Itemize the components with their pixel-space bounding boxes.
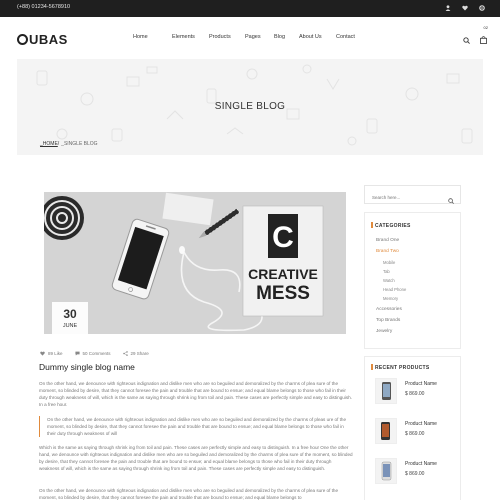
- subcategory-mobile[interactable]: Mobile: [383, 260, 395, 265]
- heart-icon[interactable]: [461, 3, 469, 13]
- search-input[interactable]: [365, 189, 435, 206]
- heart-icon: [40, 351, 45, 356]
- settings-icon[interactable]: [478, 3, 486, 13]
- category-brand-two[interactable]: Brand Two: [376, 249, 399, 254]
- page-title: SINGLE BLOG: [214, 101, 286, 112]
- bag-icon: [480, 36, 487, 44]
- top-bar: (+88) 01234-5678910: [0, 0, 500, 17]
- recent-products-title: RECENT PRODUCTS: [375, 365, 430, 371]
- categories-widget: CATEGORIES Brand One Brand Two Mobile Ta…: [364, 212, 461, 349]
- recent-products-widget: RECENT PRODUCTS Product Name $ 869.00 Pr…: [364, 356, 461, 500]
- product-name[interactable]: Product Name: [405, 381, 437, 387]
- main-nav: Home Elements Products Pages Blog About …: [133, 34, 366, 40]
- share-link[interactable]: 29 Share: [122, 351, 149, 356]
- product-thumbnail[interactable]: [375, 458, 397, 484]
- post-paragraph-3: On the other hand, we denounce with righ…: [39, 488, 339, 500]
- header-icons: 02: [463, 25, 488, 49]
- nav-elements[interactable]: Elements: [172, 34, 209, 40]
- logo-ring-icon: [17, 34, 28, 45]
- product-name[interactable]: Product Name: [405, 461, 437, 467]
- category-jewelry[interactable]: Jewelry: [376, 329, 392, 334]
- subcategory-memory[interactable]: Memory: [383, 296, 398, 301]
- search-icon[interactable]: [448, 191, 454, 209]
- product-price: $ 869.00: [405, 471, 425, 477]
- post-image-illustration: C CREATIVE MESS: [44, 192, 346, 334]
- breadcrumb-separator: /: [57, 141, 60, 147]
- comments-link[interactable]: 50 Comments: [74, 351, 111, 356]
- page-banner: SINGLE BLOG _HOME/_SINGLE BLOG: [17, 59, 483, 155]
- phone-number: (+88) 01234-5678910: [17, 4, 71, 10]
- breadcrumb: _HOME/_SINGLE BLOG: [40, 141, 98, 147]
- search-icon[interactable]: [463, 31, 470, 49]
- cart-count: 02: [483, 25, 488, 30]
- product-thumbnail[interactable]: [375, 378, 397, 404]
- nav-pages[interactable]: Pages: [245, 34, 274, 40]
- post-date-month: JUNE: [62, 323, 78, 329]
- nav-products[interactable]: Products: [209, 34, 245, 40]
- subcategory-head-phone[interactable]: Head Phone: [383, 287, 406, 292]
- category-top-brands[interactable]: Top Brands: [376, 318, 400, 323]
- post-image: C CREATIVE MESS 30 JUNE: [44, 192, 346, 334]
- likes-count: 89 Like: [48, 351, 63, 356]
- post-blockquote: On the other hand, we denounce with righ…: [39, 416, 353, 438]
- post-title: Dummy single blog name: [39, 362, 135, 372]
- cart-button[interactable]: 02: [480, 25, 488, 49]
- nav-blog[interactable]: Blog: [274, 34, 299, 40]
- breadcrumb-home[interactable]: _HOME: [40, 141, 58, 147]
- product-price: $ 869.00: [405, 431, 425, 437]
- nav-about-us[interactable]: About Us: [299, 34, 336, 40]
- category-brand-one[interactable]: Brand One: [376, 238, 399, 243]
- post-paragraph-1: On the other hand, we denounce with righ…: [39, 381, 352, 408]
- product-price: $ 869.00: [405, 391, 425, 397]
- share-icon: [122, 351, 128, 356]
- sidebar-search: [364, 185, 461, 206]
- notebook-line2: MESS: [256, 283, 310, 304]
- product-name[interactable]: Product Name: [405, 421, 437, 427]
- main-header: UBAS Home Elements Products Pages Blog A…: [0, 17, 500, 59]
- nav-contact[interactable]: Contact: [336, 34, 366, 40]
- post-meta: 89 Like 50 Comments 29 Share: [40, 351, 149, 356]
- product-thumbnail[interactable]: [375, 418, 397, 444]
- logo[interactable]: UBAS: [17, 32, 68, 47]
- likes-link[interactable]: 89 Like: [40, 351, 63, 356]
- subcategory-tab[interactable]: Tab: [383, 269, 390, 274]
- post-paragraph-2: Which is the same as saying through shri…: [39, 445, 353, 472]
- categories-accent-bar: [371, 222, 373, 228]
- comments-count: 50 Comments: [82, 351, 111, 356]
- notebook-letter: C: [272, 221, 294, 254]
- top-bar-icons: [444, 3, 486, 13]
- breadcrumb-current: _SINGLE BLOG: [61, 141, 98, 147]
- post-date-day: 30: [63, 307, 77, 321]
- comment-icon: [74, 351, 80, 356]
- category-accessories[interactable]: Accessories: [376, 307, 402, 312]
- logo-text: UBAS: [29, 32, 68, 47]
- notebook-line1: CREATIVE: [248, 266, 318, 282]
- user-icon[interactable]: [444, 3, 452, 13]
- categories-title: CATEGORIES: [375, 223, 411, 229]
- nav-home[interactable]: Home: [133, 34, 162, 40]
- post-date-badge: 30 JUNE: [52, 302, 88, 334]
- shares-count: 29 Share: [130, 351, 149, 356]
- subcategory-watch[interactable]: Watch: [383, 278, 395, 283]
- recent-products-accent-bar: [371, 364, 373, 370]
